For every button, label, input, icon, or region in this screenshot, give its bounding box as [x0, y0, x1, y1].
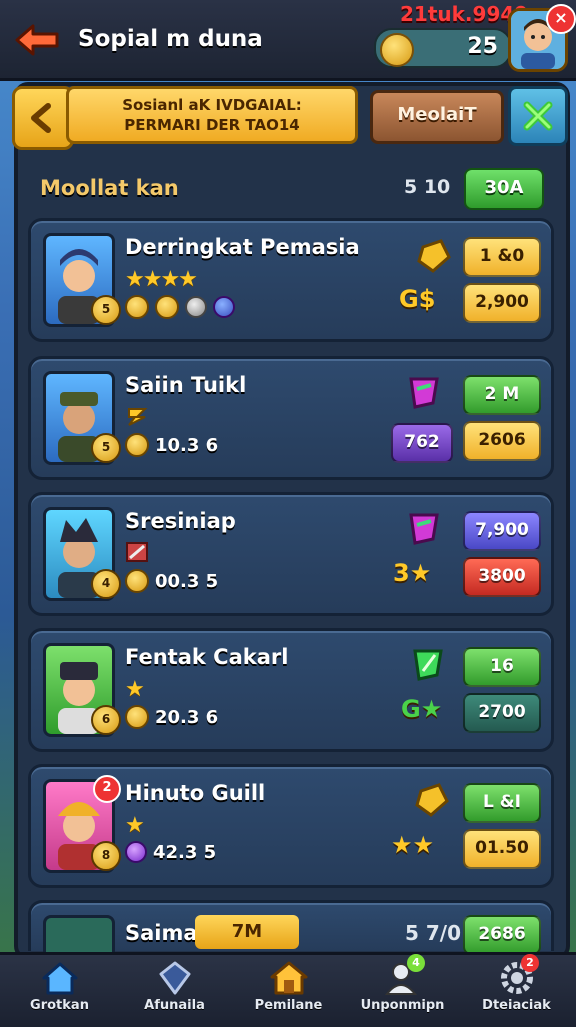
reward-pill[interactable]: 2606 — [463, 421, 541, 461]
friend-row[interactable]: 2 8 Hinuto Guill ★ 42.3 5 ★★ L &I 01.50 — [28, 764, 554, 888]
row-value-wrap: 00.3 5 — [125, 569, 218, 593]
section-action-button[interactable]: 30A — [464, 168, 544, 210]
avatar — [43, 915, 115, 954]
row-value: 00.3 5 — [155, 570, 219, 592]
side-label: 3★ — [393, 559, 432, 587]
row-name: Hinuto Guill — [125, 781, 266, 805]
panel-close-button[interactable] — [508, 86, 568, 146]
section-count: 5 10 — [404, 176, 451, 198]
gem-icon — [125, 841, 147, 863]
reward-pill[interactable]: 2686 — [463, 915, 541, 955]
star-rating: ★ — [125, 813, 145, 838]
side-label: 5 7/0 — [405, 921, 462, 945]
notification-badge: 2 — [521, 954, 539, 972]
nav-item-house[interactable]: Pemilane — [231, 952, 346, 1024]
coin-icon — [380, 33, 414, 67]
coin-icon — [125, 705, 149, 729]
reward-pill[interactable]: 7,900 — [463, 511, 541, 551]
nav-label: Grotkan — [30, 998, 89, 1013]
row-value: 10.3 6 — [155, 434, 219, 456]
back-arrow-icon — [15, 24, 59, 56]
panel-back-button[interactable] — [12, 86, 74, 150]
reward-pill[interactable]: 01.50 — [463, 829, 541, 869]
row-value-wrap: 42.3 5 — [125, 841, 216, 863]
reward-pill[interactable]: L &I — [463, 783, 541, 823]
section-title: Moollat kan — [40, 176, 179, 200]
panel-banner: Sosianl aK IVDGAIAL: PERMARI DER TAO14 — [66, 86, 358, 144]
side-label: G$ — [399, 285, 436, 313]
silver-icon — [185, 296, 207, 318]
tag-pill: 7M — [195, 915, 299, 949]
reward-pill[interactable]: 16 — [463, 647, 541, 687]
level-badge: 8 — [91, 841, 121, 871]
notification-badge: 2 — [93, 775, 121, 803]
lightning-icon — [128, 408, 148, 426]
notification-badge: 4 — [407, 954, 425, 972]
nav-item-home[interactable]: Grotkan — [2, 952, 117, 1024]
friend-row[interactable]: 5 Derringkat Pemasia ★★★★ G$ 1 &0 2,900 — [28, 218, 554, 342]
coin-icon — [125, 295, 149, 319]
purple-gem-icon — [409, 377, 439, 409]
gem-pill: 762 — [391, 423, 453, 463]
row-resources — [125, 295, 235, 319]
nav-item-guild[interactable]: Afunaila — [117, 952, 232, 1024]
app-title: Sopial m duna — [78, 26, 263, 52]
close-icon — [523, 101, 553, 131]
row-name: Saiin Tuikl — [125, 373, 247, 397]
chevron-left-icon — [31, 103, 51, 133]
modify-button[interactable]: MeolaiT — [370, 90, 504, 144]
reward-pill[interactable]: 3800 — [463, 557, 541, 597]
level-badge: 5 — [91, 295, 121, 325]
friend-row[interactable]: 6 Fentak Cakarl ★ 20.3 6 G★ 16 2700 — [28, 628, 554, 752]
coin-panel: 25 — [374, 28, 512, 68]
row-value-wrap: 20.3 6 — [125, 705, 218, 729]
reward-pill[interactable]: 2 M — [463, 375, 541, 415]
close-badge[interactable]: × — [546, 4, 576, 34]
star-rating: ★ — [125, 677, 145, 702]
row-value: 42.3 5 — [153, 841, 217, 863]
side-label: ★★ — [391, 831, 435, 859]
nav-item-friends[interactable]: 4 Unponmipn — [345, 952, 460, 1024]
shield-icon — [159, 961, 190, 995]
reward-pill[interactable]: 2,900 — [463, 283, 541, 323]
nav-label: Dteiaciak — [482, 998, 551, 1013]
gold-gem-icon — [417, 239, 451, 273]
coin-count: 25 — [467, 34, 498, 59]
level-badge: 5 — [91, 433, 121, 463]
row-value-wrap: 10.3 6 — [125, 433, 218, 457]
home-icon — [42, 962, 77, 995]
gold-gem-icon — [415, 783, 449, 817]
nav-label: Afunaila — [144, 998, 205, 1013]
banner-line-1: Sosianl aK IVDGAIAL: — [122, 96, 302, 114]
friend-row-partial[interactable]: Saiman 7M 5 7/0 2686 — [28, 900, 554, 955]
coin-icon — [155, 295, 179, 319]
blue-token-icon — [213, 296, 235, 318]
row-name: Fentak Cakarl — [125, 645, 289, 669]
nav-label: Unponmipn — [360, 998, 445, 1013]
back-button[interactable] — [14, 20, 60, 60]
side-label: G★ — [401, 695, 443, 723]
purple-gem-icon — [409, 513, 439, 545]
row-name: Derringkat Pemasia — [125, 235, 360, 259]
green-gem-icon — [413, 649, 443, 681]
coin-icon — [125, 569, 149, 593]
friend-row[interactable]: 5 Saiin Tuikl 10.3 6 762 2 M 2606 — [28, 356, 554, 480]
row-value: 20.3 6 — [155, 706, 219, 728]
row-name: Sresiniap — [125, 509, 236, 533]
star-rating: ★★★★ — [125, 267, 198, 292]
coin-icon — [125, 433, 149, 457]
house-icon — [270, 961, 307, 995]
level-badge: 4 — [91, 569, 121, 599]
sword-icon — [126, 542, 148, 562]
reward-pill[interactable]: 1 &0 — [463, 237, 541, 277]
banner-line-2: PERMARI DER TAO14 — [124, 116, 300, 134]
level-badge: 6 — [91, 705, 121, 735]
friend-row[interactable]: 4 Sresiniap 00.3 5 3★ 7,900 3800 — [28, 492, 554, 616]
reward-pill[interactable]: 2700 — [463, 693, 541, 733]
nav-item-settings[interactable]: 2 Dteiaciak — [459, 952, 574, 1024]
nav-label: Pemilane — [254, 998, 323, 1013]
